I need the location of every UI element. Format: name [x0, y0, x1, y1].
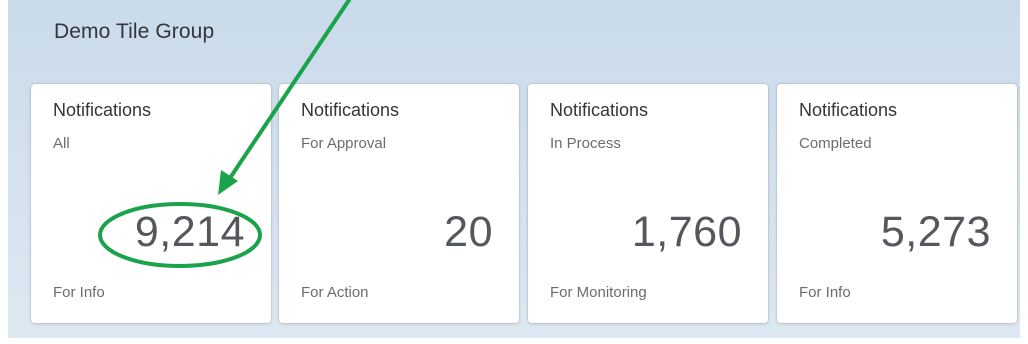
- tile-footer: For Action: [301, 284, 369, 301]
- tile-footer: For Info: [53, 284, 105, 301]
- tile-notifications-all[interactable]: Notifications All 9,214 For Info: [31, 84, 271, 323]
- tile-group-panel: Demo Tile Group Notifications All 9,214 …: [8, 0, 1020, 338]
- group-title: Demo Tile Group: [54, 20, 215, 43]
- tile-notifications-in-process[interactable]: Notifications In Process 1,760 For Monit…: [528, 84, 768, 323]
- tile-title: Notifications: [301, 100, 400, 120]
- tile-subtitle: All: [53, 135, 70, 152]
- tile-title: Notifications: [799, 100, 898, 120]
- tile-title: Notifications: [53, 100, 152, 120]
- tile-kpi-value: 9,214: [134, 208, 245, 256]
- tile-notifications-for-approval[interactable]: Notifications For Approval 20 For Action: [279, 84, 519, 323]
- tile-footer: For Monitoring: [550, 284, 647, 301]
- tile-subtitle: In Process: [550, 135, 621, 152]
- tile-subtitle: For Approval: [301, 135, 387, 152]
- tile-footer: For Info: [799, 284, 851, 301]
- tile-subtitle: Completed: [799, 135, 872, 152]
- tile-notifications-completed[interactable]: Notifications Completed 5,273 For Info: [777, 84, 1017, 323]
- tile-title: Notifications: [550, 100, 649, 120]
- tile-kpi-value: 1,760: [631, 208, 742, 256]
- tile-kpi-value: 20: [444, 208, 493, 256]
- tile-kpi-value: 5,273: [880, 208, 991, 256]
